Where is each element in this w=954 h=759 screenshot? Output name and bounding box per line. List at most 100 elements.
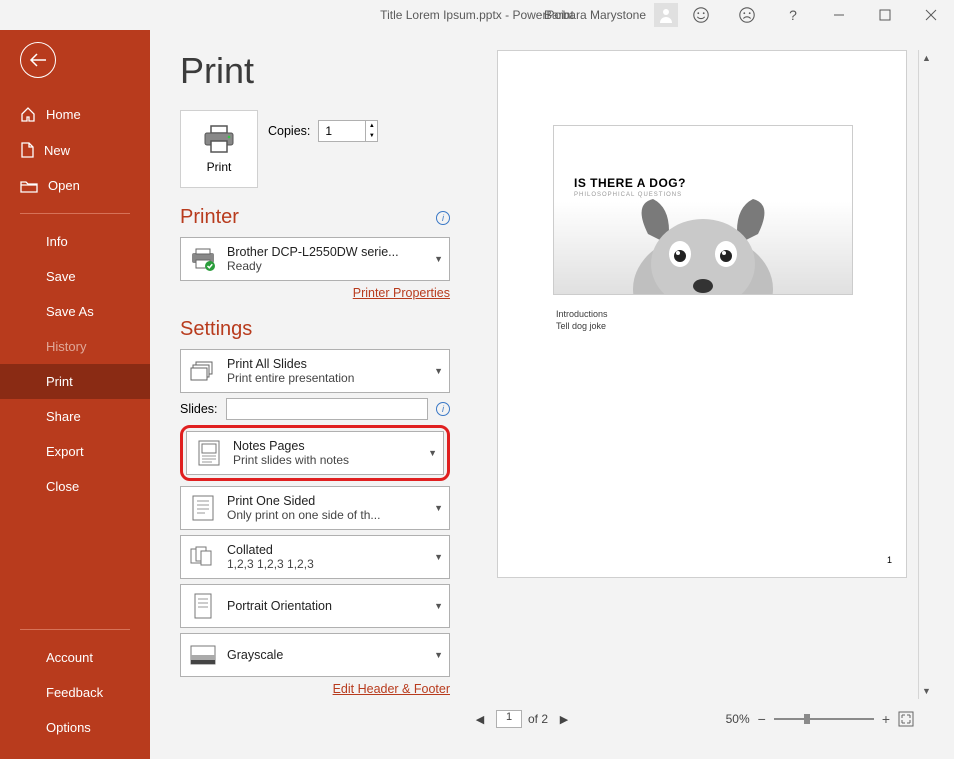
info-icon[interactable]: i bbox=[436, 402, 450, 416]
settings-heading: Settings bbox=[180, 318, 252, 341]
orientation-dropdown[interactable]: Portrait Orientation ▼ bbox=[180, 584, 450, 628]
scroll-down-icon[interactable]: ▼ bbox=[919, 683, 934, 699]
sidebar-item-save[interactable]: Save bbox=[0, 259, 150, 294]
print-preview-panel: IS THERE A DOG? PHILOSOPHICAL QUESTIONS bbox=[460, 30, 954, 759]
sidebar-item-label: Options bbox=[46, 720, 91, 735]
scroll-up-icon[interactable]: ▲ bbox=[919, 50, 934, 66]
chevron-down-icon: ▼ bbox=[434, 254, 443, 264]
preview-page-number: 1 bbox=[887, 555, 892, 565]
sidebar-item-home[interactable]: Home bbox=[0, 96, 150, 132]
sidebar-item-close[interactable]: Close bbox=[0, 469, 150, 504]
notes-line: Tell dog joke bbox=[556, 321, 608, 333]
dd-sub: Print entire presentation bbox=[227, 371, 424, 385]
user-name[interactable]: Barbara Marystone bbox=[544, 8, 646, 22]
zoom-out-button[interactable]: − bbox=[758, 711, 766, 727]
chevron-down-icon: ▼ bbox=[434, 552, 443, 562]
portrait-icon bbox=[189, 592, 217, 620]
minimize-button[interactable] bbox=[816, 0, 862, 30]
sidebar-item-label: History bbox=[46, 339, 86, 354]
printer-properties-link[interactable]: Printer Properties bbox=[180, 286, 450, 300]
maximize-button[interactable] bbox=[862, 0, 908, 30]
dd-title: Collated bbox=[227, 543, 424, 557]
frown-icon[interactable] bbox=[724, 0, 770, 30]
dd-sub: Only print on one side of th... bbox=[227, 508, 424, 522]
sides-dropdown[interactable]: Print One Sided Only print on one side o… bbox=[180, 486, 450, 530]
sidebar-item-label: Info bbox=[46, 234, 68, 249]
chevron-down-icon: ▼ bbox=[428, 448, 437, 458]
user-avatar[interactable] bbox=[654, 3, 678, 27]
slides-input[interactable] bbox=[226, 398, 428, 420]
layout-dropdown[interactable]: Notes Pages Print slides with notes ▼ bbox=[186, 431, 444, 475]
print-range-dropdown[interactable]: Print All Slides Print entire presentati… bbox=[180, 349, 450, 393]
dd-title: Print All Slides bbox=[227, 357, 424, 371]
dd-sub: Print slides with notes bbox=[233, 453, 418, 467]
sidebar-item-label: Save bbox=[46, 269, 76, 284]
printer-status: Ready bbox=[227, 259, 424, 273]
sidebar-item-label: Save As bbox=[46, 304, 94, 319]
notes-line: Introductions bbox=[556, 309, 608, 321]
chevron-down-icon: ▼ bbox=[434, 503, 443, 513]
sidebar-item-save-as[interactable]: Save As bbox=[0, 294, 150, 329]
highlighted-setting: Notes Pages Print slides with notes ▼ bbox=[180, 425, 450, 481]
smiley-icon[interactable] bbox=[678, 0, 724, 30]
preview-footer: ◀ 1 of 2 ▶ 50% − + bbox=[470, 699, 934, 739]
back-button[interactable] bbox=[20, 42, 56, 78]
print-button[interactable]: Print bbox=[180, 110, 258, 188]
sidebar-item-options[interactable]: Options bbox=[0, 710, 150, 745]
spinner-up-icon[interactable]: ▲ bbox=[366, 121, 377, 131]
sidebar-item-history[interactable]: History bbox=[0, 329, 150, 364]
current-page-input[interactable]: 1 bbox=[496, 710, 522, 728]
printer-icon bbox=[202, 124, 236, 154]
sidebar-item-open[interactable]: Open bbox=[0, 168, 150, 203]
spinner-down-icon[interactable]: ▼ bbox=[366, 131, 377, 141]
sidebar-item-share[interactable]: Share bbox=[0, 399, 150, 434]
slide-title: IS THERE A DOG? bbox=[574, 176, 686, 190]
home-icon bbox=[20, 106, 36, 122]
color-dropdown[interactable]: Grayscale ▼ bbox=[180, 633, 450, 677]
edit-header-footer-link[interactable]: Edit Header & Footer bbox=[180, 682, 450, 696]
printer-heading: Printer bbox=[180, 206, 239, 229]
sidebar-item-label: New bbox=[44, 143, 70, 158]
backstage-sidebar: Home New Open Info Save Save As History … bbox=[0, 30, 150, 759]
sidebar-item-feedback[interactable]: Feedback bbox=[0, 675, 150, 710]
printer-name: Brother DCP-L2550DW serie... bbox=[227, 245, 424, 259]
prev-page-button[interactable]: ◀ bbox=[470, 709, 490, 729]
page-navigator: ◀ 1 of 2 ▶ bbox=[470, 709, 574, 729]
print-button-label: Print bbox=[207, 160, 232, 174]
page-total-label: of 2 bbox=[528, 712, 548, 726]
copies-spinner[interactable]: ▲ ▼ bbox=[365, 121, 377, 141]
info-icon[interactable]: i bbox=[436, 211, 450, 225]
sidebar-item-export[interactable]: Export bbox=[0, 434, 150, 469]
sidebar-item-label: Close bbox=[46, 479, 79, 494]
dd-sub: 1,2,3 1,2,3 1,2,3 bbox=[227, 557, 424, 571]
dd-title: Grayscale bbox=[227, 648, 424, 662]
zoom-fit-button[interactable] bbox=[898, 711, 914, 727]
document-icon bbox=[20, 142, 34, 158]
help-button[interactable]: ? bbox=[770, 0, 816, 30]
sidebar-item-label: Open bbox=[48, 178, 80, 193]
sidebar-item-label: Share bbox=[46, 409, 81, 424]
printer-dropdown[interactable]: Brother DCP-L2550DW serie... Ready ▼ bbox=[180, 237, 450, 281]
notes-text: Introductions Tell dog joke bbox=[556, 309, 608, 332]
copies-value: 1 bbox=[325, 124, 332, 138]
zoom-in-button[interactable]: + bbox=[882, 711, 890, 727]
vertical-scrollbar[interactable]: ▲ ▼ bbox=[918, 50, 934, 699]
chevron-down-icon: ▼ bbox=[434, 601, 443, 611]
slides-label: Slides: bbox=[180, 402, 218, 416]
collate-dropdown[interactable]: Collated 1,2,3 1,2,3 1,2,3 ▼ bbox=[180, 535, 450, 579]
zoom-slider[interactable] bbox=[774, 718, 874, 720]
copies-input[interactable]: 1 ▲ ▼ bbox=[318, 120, 378, 142]
sidebar-item-label: Export bbox=[46, 444, 84, 459]
grayscale-icon bbox=[189, 641, 217, 669]
next-page-button[interactable]: ▶ bbox=[554, 709, 574, 729]
sidebar-item-account[interactable]: Account bbox=[0, 640, 150, 675]
sidebar-item-label: Print bbox=[46, 374, 73, 389]
close-button[interactable] bbox=[908, 0, 954, 30]
page-preview: IS THERE A DOG? PHILOSOPHICAL QUESTIONS bbox=[497, 50, 907, 578]
zoom-percent: 50% bbox=[726, 712, 750, 726]
zoom-thumb[interactable] bbox=[804, 714, 810, 724]
sidebar-item-new[interactable]: New bbox=[0, 132, 150, 168]
sidebar-item-print[interactable]: Print bbox=[0, 364, 150, 399]
print-settings-panel: Print Print Copies: 1 ▲ ▼ bbox=[150, 30, 460, 759]
sidebar-item-info[interactable]: Info bbox=[0, 224, 150, 259]
